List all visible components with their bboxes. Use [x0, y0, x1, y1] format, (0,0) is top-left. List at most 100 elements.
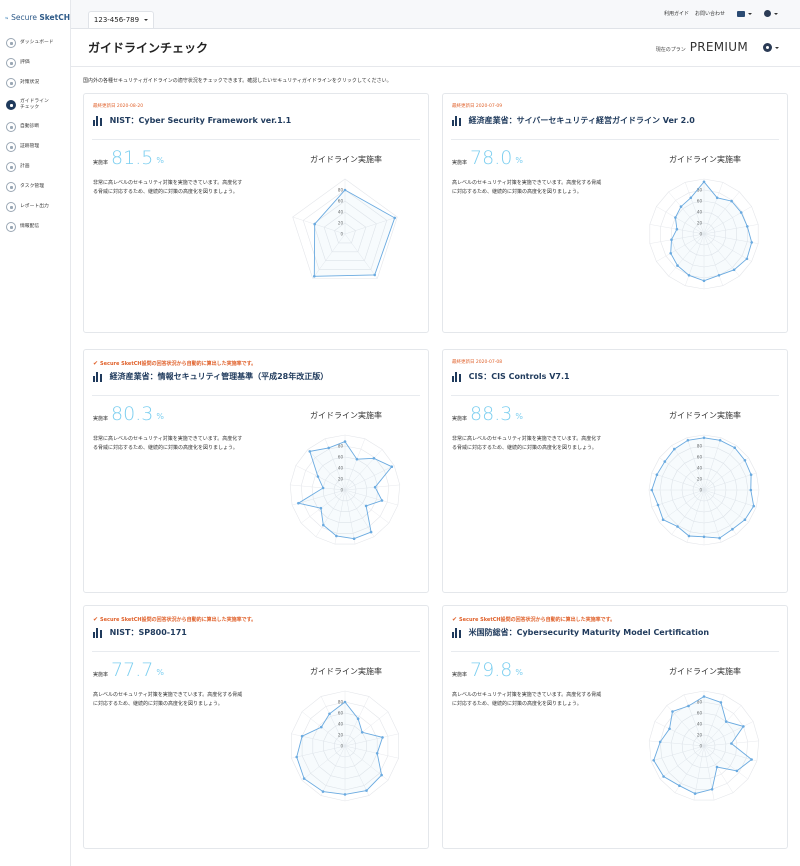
guideline-card[interactable]: 最終更新日 2020-07-09 経済産業省：サイバーセキュリティ経営ガイドライン…: [442, 93, 788, 333]
guideline-card[interactable]: 最終更新日 2020-07-08 CIS：CIS Controls V7.1 実施率…: [442, 349, 788, 593]
radar-point: [655, 473, 659, 476]
rate-unit: %: [515, 412, 523, 421]
radar-point: [380, 499, 384, 502]
radar-point: [343, 700, 347, 704]
broadcast-icon: [6, 222, 16, 232]
sidebar-item-7[interactable]: タスク管理: [0, 177, 70, 197]
chevron-down-icon: [775, 46, 779, 49]
card-title[interactable]: NIST：SP800-171: [93, 627, 187, 638]
guideline-card[interactable]: ✔ Secure SketCH設問の回答状況から自動的に算出した実施率です。 経済産…: [83, 349, 429, 593]
radar-point: [710, 788, 714, 791]
contact-link[interactable]: お問い合わせ: [695, 10, 725, 17]
radar-point: [670, 238, 673, 241]
usage-guide-link[interactable]: 利用ガイド: [664, 10, 689, 17]
radar-chart: 020406080: [291, 690, 399, 802]
radar-point: [335, 534, 338, 538]
radar-point: [746, 225, 749, 228]
sidebar-item-label: ガイドライン チェック: [20, 98, 49, 110]
check-icon: ✔: [93, 616, 99, 623]
guideline-card[interactable]: ✔ Secure SketCH設問の回答状況から自動的に算出した実施率です。 NIS…: [83, 605, 429, 849]
radar-series-line: [651, 437, 755, 539]
chevron-down-icon: [774, 12, 778, 15]
logo-text: Secure SketCH: [11, 13, 70, 22]
rate-value: 81.5: [111, 147, 154, 169]
rate: 実施率 77.7%: [93, 661, 164, 680]
sidebar-item-8[interactable]: レポート出力: [0, 197, 70, 217]
rate: 実施率 81.5%: [93, 149, 164, 168]
account-selector[interactable]: 123-456-789: [88, 11, 154, 28]
card-title[interactable]: 米国防総省：Cybersecurity Maturity Model Certi…: [452, 627, 709, 638]
card-title-text: CIS：CIS Controls V7.1: [468, 372, 570, 381]
sidebar: Secure SketCH ダッシュボード 評価 対策状況ガイドライン チェック自動…: [0, 0, 71, 866]
current-plan: 現在のプラン PREMIUM: [656, 40, 748, 54]
radar-point: [715, 196, 719, 200]
radar-point: [381, 736, 384, 739]
sidebar-item-4[interactable]: 自動診断: [0, 117, 70, 137]
sidebar-item-9[interactable]: 情報配信: [0, 217, 70, 237]
plan-value: PREMIUM: [689, 40, 748, 54]
rate-label: 実施率: [452, 672, 468, 678]
radar-point: [730, 742, 733, 745]
radar-point: [320, 725, 323, 729]
evaluation-icon: [6, 58, 16, 68]
sidebar-nav: ダッシュボード 評価 対策状況ガイドライン チェック自動診断証跡管理計画タスク管理レ…: [0, 33, 70, 237]
radar-point: [308, 450, 312, 453]
radar-point: [718, 439, 722, 442]
radar-point: [352, 537, 356, 540]
radar-chart: 020406080: [648, 434, 760, 546]
radar-point: [343, 440, 347, 443]
task-icon: [6, 182, 16, 192]
sidebar-item-5[interactable]: 証跡管理: [0, 137, 70, 157]
radar-point: [663, 460, 667, 463]
radar-point: [689, 196, 693, 200]
radar-point: [745, 257, 749, 261]
sidebar-item-6[interactable]: 計画: [0, 157, 70, 177]
rate-unit: %: [515, 668, 523, 677]
last-updated: 最終更新日 2020-08-20: [93, 104, 144, 109]
rate-label: 実施率: [93, 160, 109, 166]
rate-label: 実施率: [93, 416, 109, 422]
chart-title: ガイドライン実施率: [669, 411, 741, 420]
radar-point: [373, 485, 377, 489]
account-id: 123-456-789: [93, 16, 140, 24]
sidebar-item-label: 証跡管理: [20, 143, 40, 149]
card-title[interactable]: 経済産業省：情報セキュリティ管理基準（平成28年改正版）: [93, 371, 328, 382]
language-flag-icon: [737, 10, 745, 17]
card-title[interactable]: 経済産業省：サイバーセキュリティ経営ガイドライン Ver 2.0: [452, 115, 695, 126]
card-divider: [451, 651, 779, 652]
guideline-card[interactable]: 最終更新日 2020-08-20 NIST：Cyber Security Fram…: [83, 93, 429, 333]
sidebar-item-2[interactable]: 対策状況: [0, 73, 70, 93]
radar-point: [652, 759, 655, 762]
check-icon: [6, 78, 16, 88]
settings-menu[interactable]: [763, 43, 779, 52]
rate: 実施率 80.3%: [93, 405, 164, 424]
sidebar-item-3[interactable]: ガイドライン チェック: [0, 93, 70, 117]
radar-point: [750, 758, 753, 761]
sidebar-item-label: タスク管理: [20, 183, 44, 189]
bar-chart-icon: [452, 627, 461, 638]
language-menu[interactable]: [737, 10, 752, 17]
radar-point: [702, 535, 706, 539]
radar-point: [671, 710, 674, 713]
radar-point: [662, 775, 665, 778]
check-icon: ✔: [452, 616, 458, 623]
sidebar-item-1[interactable]: 評価: [0, 53, 70, 73]
radar-point: [380, 773, 383, 777]
app-logo[interactable]: Secure SketCH: [0, 0, 70, 28]
user-menu[interactable]: [764, 10, 778, 17]
guideline-card[interactable]: ✔ Secure SketCH設問の回答状況から自動的に算出した実施率です。 米国防…: [442, 605, 788, 849]
bar-chart-icon: [93, 371, 102, 382]
radar-point: [715, 765, 719, 769]
card-title[interactable]: NIST：Cyber Security Framework ver.1.1: [93, 115, 291, 126]
radar-point: [752, 504, 755, 508]
radar-point: [678, 784, 681, 787]
radar-point: [702, 180, 706, 184]
radar-point: [321, 790, 325, 793]
radar-point: [343, 188, 347, 192]
sidebar-item-0[interactable]: ダッシュボード: [0, 33, 70, 53]
radar-chart: 020406080: [649, 178, 759, 290]
card-title[interactable]: CIS：CIS Controls V7.1: [452, 371, 570, 382]
bar-chart-icon: [452, 115, 461, 126]
top-bar: 123-456-789 利用ガイド お問い合わせ: [71, 0, 800, 28]
radar-series-line: [670, 181, 753, 282]
